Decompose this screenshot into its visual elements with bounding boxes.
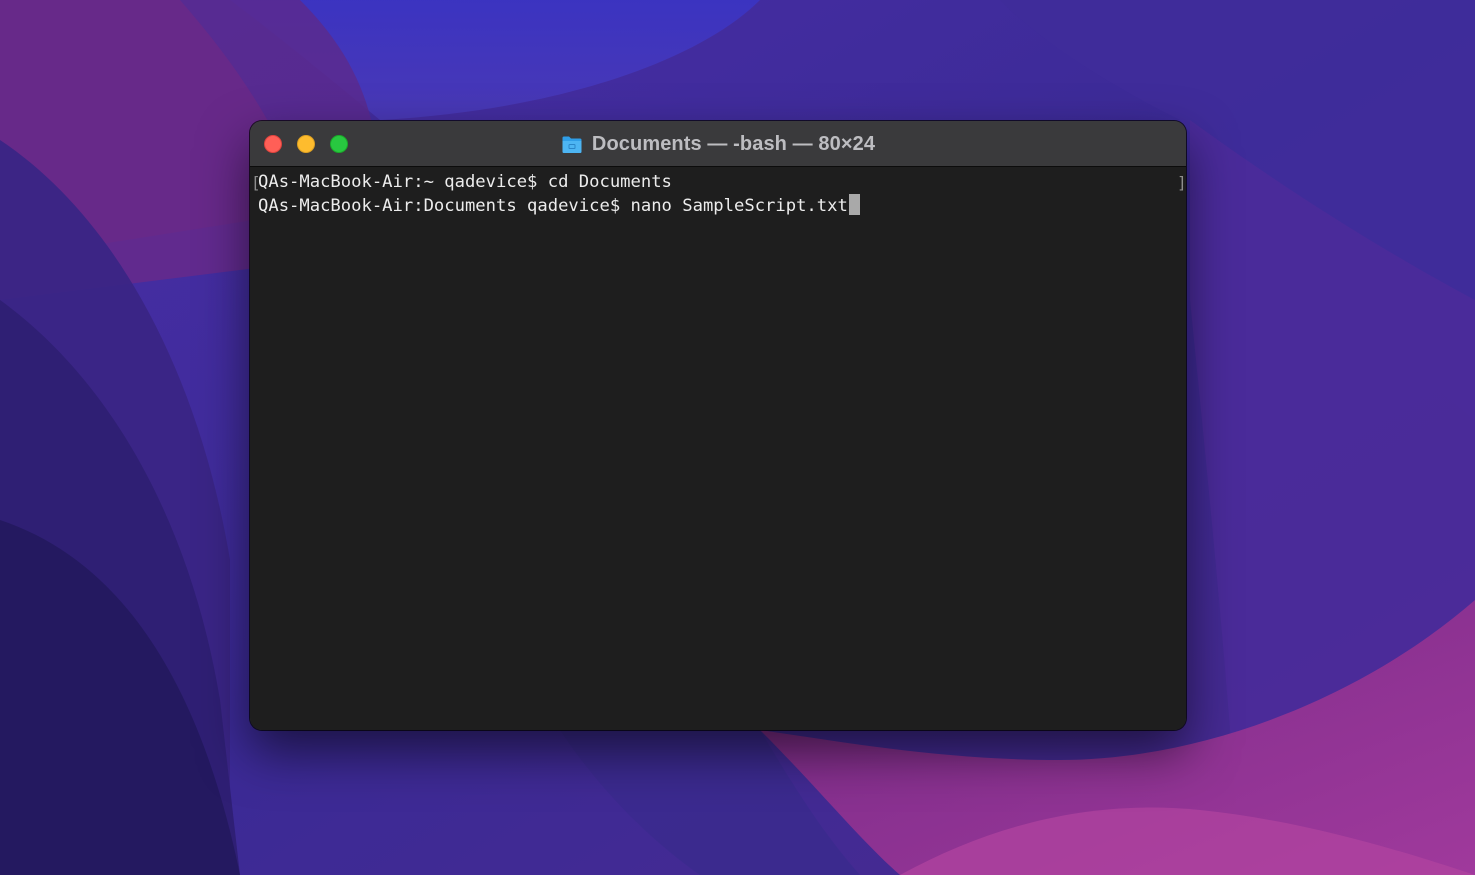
terminal-line-text: QAs-MacBook-Air:~ qadevice$ cd Documents	[258, 172, 672, 192]
terminal-window[interactable]: Documents — -bash — 80×24 [ ] QAs-MacBoo…	[250, 121, 1186, 730]
terminal-line: QAs-MacBook-Air:Documents qadevice$ nano…	[258, 194, 860, 217]
terminal-output[interactable]: [ ] QAs-MacBook-Air:~ qadevice$ cd Docum…	[250, 167, 1186, 730]
terminal-line-text: QAs-MacBook-Air:Documents qadevice$ nano…	[258, 196, 848, 216]
mark-bracket-right: ]	[1177, 173, 1186, 192]
window-titlebar[interactable]: Documents — -bash — 80×24	[250, 121, 1186, 167]
folder-icon	[562, 136, 582, 153]
window-title: Documents — -bash — 80×24	[591, 132, 876, 155]
terminal-line: QAs-MacBook-Air:~ qadevice$ cd Documents	[258, 171, 672, 194]
window-title-container: Documents — -bash — 80×24	[250, 121, 1186, 167]
text-cursor	[848, 194, 860, 215]
